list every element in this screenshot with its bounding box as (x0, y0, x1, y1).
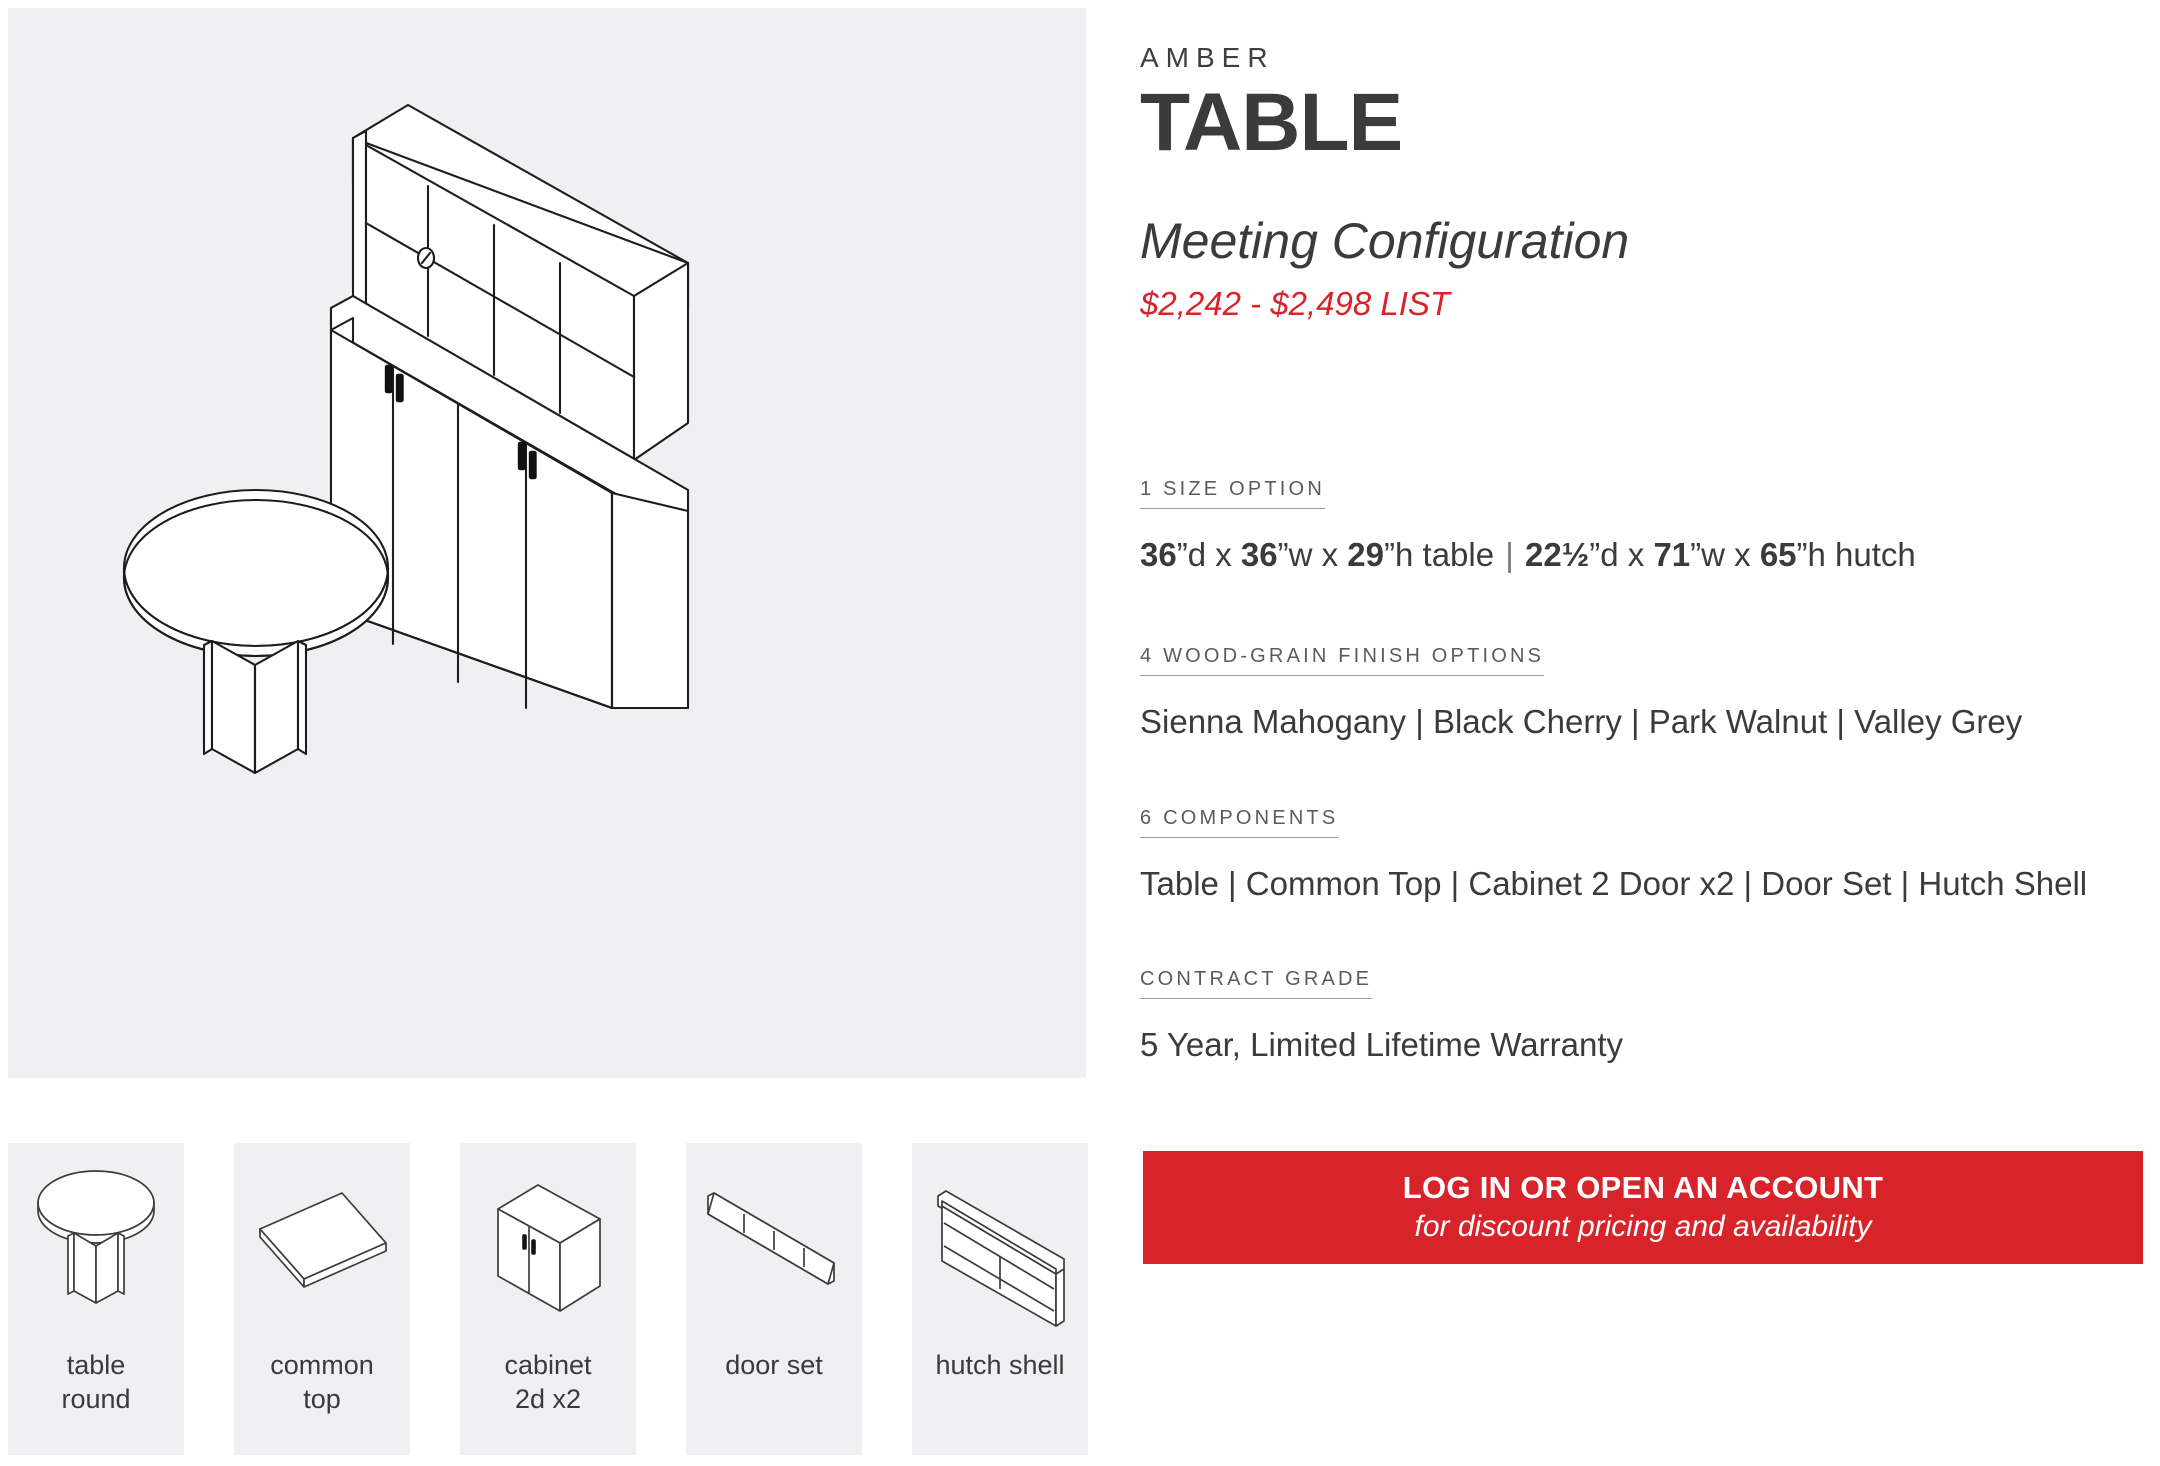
hero-illustration (122, 103, 690, 775)
spec-components: 6 COMPONENTS Table | Common Top | Cabine… (1140, 807, 2150, 904)
component-thumb-common-top[interactable]: common top (234, 1143, 410, 1455)
component-thumbnail-strip: table round common top cabinet 2d x2 doo… (8, 1143, 1088, 1463)
hutch-shell-icon (937, 1190, 1065, 1327)
hero-image-panel (8, 8, 1086, 1078)
round-table-icon (37, 1170, 155, 1304)
component-thumb-hutch-shell[interactable]: hutch shell (912, 1143, 1088, 1455)
brand-name: AMBER (1140, 42, 1275, 73)
component-thumb-cabinet-2-door[interactable]: cabinet 2d x2 (460, 1143, 636, 1455)
door-set-icon (707, 1192, 835, 1285)
component-thumb-label: common top (270, 1350, 374, 1414)
page-title: TABLE (1140, 77, 1403, 168)
cabinet-2-door-icon (497, 1184, 601, 1312)
component-thumb-label: door set (725, 1350, 823, 1380)
product-subtitle: Meeting Configuration (1140, 213, 1630, 269)
common-top-icon (259, 1192, 387, 1288)
component-thumb-table-round[interactable]: table round (8, 1143, 184, 1455)
component-thumb-label: cabinet 2d x2 (504, 1350, 592, 1414)
spec-value: Sienna Mahogany | Black Cherry | Park Wa… (1140, 703, 2023, 740)
spec-finish-options: 4 WOOD-GRAIN FINISH OPTIONS Sienna Mahog… (1140, 645, 2150, 742)
spec-label: 4 WOOD-GRAIN FINISH OPTIONS (1140, 645, 1545, 676)
price-range: $2,242 - $2,498 LIST (1140, 285, 1451, 322)
component-thumb-door-set[interactable]: door set (686, 1143, 862, 1455)
spec-value: 5 Year, Limited Lifetime Warranty (1140, 1026, 1624, 1063)
spec-size-option: 1 SIZE OPTION 36”d x 36”w x 29”h table |… (1140, 478, 2150, 575)
cta-primary-label: LOG IN OR OPEN AN ACCOUNT (1402, 1169, 1884, 1205)
spec-contract-grade: CONTRACT GRADE 5 Year, Limited Lifetime … (1140, 968, 2150, 1065)
spec-value: Table | Common Top | Cabinet 2 Door x2 |… (1140, 865, 2088, 902)
login-or-open-account-button[interactable]: LOG IN OR OPEN AN ACCOUNT for discount p… (1143, 1151, 2143, 1264)
component-thumb-label: hutch shell (935, 1350, 1065, 1380)
spec-label: 1 SIZE OPTION (1140, 478, 1325, 509)
cta-secondary-label: for discount pricing and availability (1414, 1210, 1872, 1244)
component-thumb-label: table round (61, 1350, 131, 1414)
product-detail-page: table round common top cabinet 2d x2 doo… (0, 0, 2160, 1466)
spec-label: CONTRACT GRADE (1140, 968, 1373, 999)
spec-value: 36”d x 36”w x 29”h table | 22½”d x 71”w … (1140, 536, 1916, 573)
spec-label: 6 COMPONENTS (1140, 807, 1339, 838)
